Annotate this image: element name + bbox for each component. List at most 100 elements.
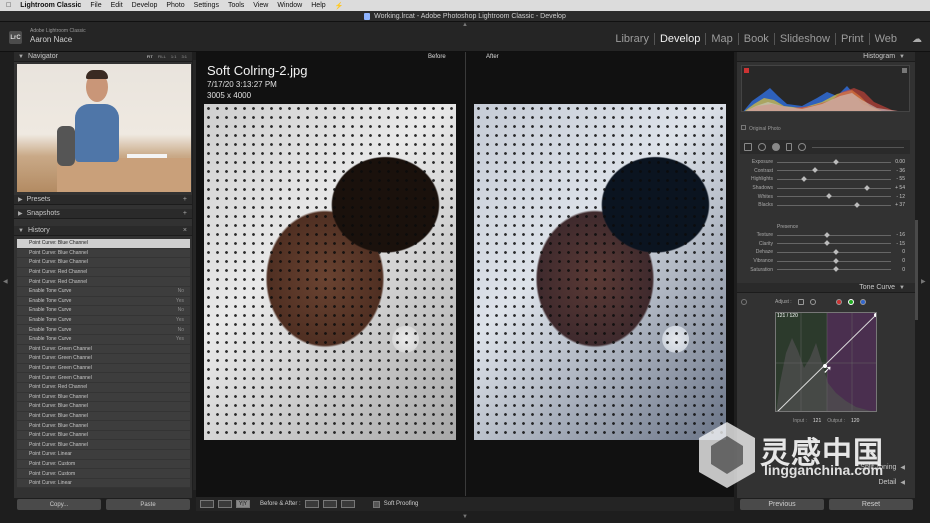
add-snapshot-icon[interactable]: +	[183, 210, 187, 217]
slider-value[interactable]: + 54	[891, 185, 911, 191]
snapshots-header[interactable]: ▶ Snapshots +	[14, 209, 192, 219]
history-item[interactable]: Point Curve: Red Channel	[17, 382, 190, 393]
targeted-adjustment-icon[interactable]	[741, 299, 747, 305]
slider-contrast[interactable]: Contrast - 36	[741, 167, 911, 176]
history-item[interactable]: Enable Tone Curve No	[17, 306, 190, 316]
history-item[interactable]: Point Curve: Green Channel	[17, 373, 190, 383]
navigator-preview[interactable]	[17, 64, 191, 192]
slider-track[interactable]	[777, 249, 891, 255]
highlight-clipping-icon[interactable]	[902, 68, 907, 73]
slider-value[interactable]: - 16	[891, 232, 911, 238]
loupe-view-button[interactable]	[200, 500, 214, 508]
module-book[interactable]: Book	[739, 33, 775, 45]
history-item[interactable]: Point Curve: Green Channel	[17, 344, 190, 355]
brush-slider[interactable]	[812, 146, 904, 148]
zoom-3-1[interactable]: 3:1	[181, 54, 187, 59]
slider-knob[interactable]	[801, 176, 807, 182]
navigator-header[interactable]: ▼ Navigator FIT FILL 1:1 3:1	[14, 52, 192, 62]
menu-photo[interactable]: Photo	[166, 2, 184, 9]
history-item[interactable]: Point Curve: Blue Channel	[17, 421, 190, 431]
history-item[interactable]: Point Curve: Red Channel	[17, 267, 190, 278]
after-photo[interactable]	[474, 104, 726, 440]
menu-file[interactable]: File	[90, 2, 101, 9]
copy-button[interactable]: Copy...	[17, 499, 101, 510]
menu-tools[interactable]: Tools	[228, 2, 244, 9]
top-panel-toggle-icon[interactable]: ▲	[462, 22, 468, 28]
cloud-icon[interactable]: ☁	[912, 34, 922, 45]
slider-vibrance[interactable]: Vibrance 0	[741, 257, 911, 266]
slider-knob[interactable]	[833, 249, 839, 255]
menu-edit[interactable]: Edit	[111, 2, 123, 9]
history-item[interactable]: Point Curve: Blue Channel	[17, 392, 190, 403]
add-preset-icon[interactable]: +	[183, 196, 187, 203]
slider-track[interactable]	[777, 240, 891, 247]
history-item[interactable]: Point Curve: Green Channel	[17, 363, 190, 374]
slider-knob[interactable]	[812, 167, 819, 174]
history-item[interactable]: Point Curve: Blue Channel	[17, 440, 190, 451]
slider-blacks[interactable]: Blacks + 37	[741, 201, 911, 210]
slider-track[interactable]	[777, 193, 891, 200]
module-map[interactable]: Map	[706, 33, 739, 45]
history-item[interactable]: Point Curve: Linear	[17, 478, 190, 489]
history-item[interactable]: Point Curve: Blue Channel	[17, 258, 190, 268]
history-item[interactable]: Point Curve: Blue Channel	[17, 248, 190, 259]
slider-clarity[interactable]: Clarity - 15	[741, 240, 911, 249]
module-slideshow[interactable]: Slideshow	[775, 33, 836, 45]
slider-saturation[interactable]: Saturation 0	[741, 265, 911, 274]
slider-value[interactable]: - 15	[891, 241, 911, 247]
history-item[interactable]: Enable Tone Curve No	[17, 325, 190, 335]
menu-app[interactable]: Lightroom Classic	[20, 2, 81, 9]
clear-history-icon[interactable]: ×	[183, 227, 187, 234]
red-eye-icon[interactable]	[772, 143, 780, 151]
slider-texture[interactable]: Texture - 16	[741, 231, 911, 240]
slider-exposure[interactable]: Exposure 0.00	[741, 158, 911, 167]
reset-button[interactable]: Reset	[829, 499, 913, 510]
history-item[interactable]: Point Curve: Green Channel	[17, 354, 190, 364]
history-item[interactable]: Point Curve: Blue Channel	[17, 411, 190, 422]
slider-value[interactable]: 0.00	[891, 159, 911, 165]
module-library[interactable]: Library	[610, 33, 655, 45]
point-curve-white-icon[interactable]	[809, 299, 816, 305]
menu-view[interactable]: View	[253, 2, 268, 9]
paste-button[interactable]: Paste	[106, 499, 190, 510]
history-header[interactable]: ▼ History ×	[14, 226, 192, 236]
shadow-clipping-icon[interactable]	[744, 68, 749, 73]
slider-knob[interactable]	[826, 193, 832, 200]
slider-value[interactable]: + 37	[891, 202, 911, 208]
slider-shadows[interactable]: Shadows + 54	[741, 184, 911, 193]
right-panel-toggle-icon[interactable]: ▶	[921, 278, 926, 285]
slider-knob[interactable]	[833, 266, 839, 273]
slider-value[interactable]: - 12	[891, 194, 911, 200]
previous-button[interactable]: Previous	[740, 499, 824, 510]
slider-whites[interactable]: Whites - 12	[741, 192, 911, 201]
module-web[interactable]: Web	[870, 33, 902, 45]
before-after-view-button[interactable]: Y|Y	[236, 500, 250, 508]
history-item[interactable]: Point Curve: Red Channel	[17, 277, 190, 287]
module-develop[interactable]: Develop	[655, 33, 707, 45]
slider-highlights[interactable]: Highlights - 55	[741, 175, 911, 184]
menu-help[interactable]: Help	[311, 2, 325, 9]
zoom-fit[interactable]: FIT	[147, 54, 153, 59]
slider-track[interactable]	[777, 167, 891, 174]
history-item[interactable]: Enable Tone Curve Yes	[17, 315, 190, 326]
original-photo-checkbox[interactable]	[741, 125, 746, 130]
module-print[interactable]: Print	[836, 33, 870, 45]
apple-icon[interactable]: 	[6, 2, 11, 9]
slider-track[interactable]	[777, 184, 891, 191]
right-scrollbar[interactable]	[915, 220, 918, 320]
slider-dehaze[interactable]: Dehaze 0	[741, 248, 911, 257]
slider-track[interactable]	[777, 201, 891, 208]
history-item[interactable]: Point Curve: Blue Channel	[17, 430, 190, 441]
menu-window[interactable]: Window	[277, 2, 302, 9]
history-item[interactable]: Enable Tone Curve Yes	[17, 334, 190, 345]
crop-tool-icon[interactable]	[744, 143, 752, 151]
slider-knob[interactable]	[853, 201, 860, 208]
graduated-filter-icon[interactable]	[786, 143, 792, 151]
tone-curve-graph[interactable]	[775, 312, 877, 412]
copy-before-to-after-button[interactable]	[304, 500, 319, 508]
copy-after-to-before-button[interactable]	[322, 500, 337, 508]
slider-track[interactable]	[777, 266, 891, 273]
parametric-curve-icon[interactable]	[797, 299, 804, 305]
slider-value[interactable]: - 55	[891, 176, 911, 182]
zoom-fill[interactable]: FILL	[158, 54, 166, 59]
